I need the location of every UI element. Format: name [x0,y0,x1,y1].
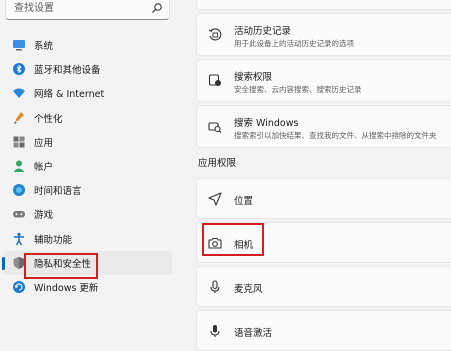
sidebar-item-label: 游戏 [34,210,54,222]
voice-activation-icon [210,325,220,337]
sidebar-item-time-language[interactable]: 时间和语言 [4,178,172,202]
section-header-app-permissions: 应用权限 [198,158,237,169]
sidebar-item-apps[interactable]: 应用 [4,130,172,154]
privacy-settings-pane: 活动历史记录 用于此设备上的活动历史记录的选项 搜索权限 安全搜索、云内容搜索、… [196,0,451,351]
search-icon[interactable] [151,2,163,14]
card-description: 安全搜索、云内容搜索、搜索历史记录 [234,85,362,94]
sidebar-item-account[interactable]: 帐户 [4,154,172,178]
accessibility-icon [14,232,24,245]
settings-card-search-permissions[interactable]: 搜索权限 安全搜索、云内容搜索、搜索历史记录 [196,59,451,102]
sidebar-item-label: 蓝牙和其他设备 [34,65,101,77]
activity-history-icon [208,28,222,41]
sidebar-item-label: 辅助功能 [34,234,73,246]
card-title: 位置 [234,196,254,207]
search-windows-icon [208,122,222,133]
personalization-icon [14,111,24,124]
permission-card-location[interactable]: 位置 [196,178,451,219]
time-language-icon [13,184,25,197]
highlight-annotation [202,223,264,256]
sidebar-item-label: 帐户 [34,162,54,174]
network-icon [13,88,25,99]
search-input[interactable] [14,0,144,16]
sidebar-item-gaming[interactable]: 游戏 [4,202,172,226]
card-title: 麦克风 [234,284,263,295]
sidebar-item-label: 时间和语言 [34,186,82,198]
card-title: 搜索权限 [234,72,273,83]
card-title: 搜索 Windows [234,118,299,129]
search-permissions-icon [208,74,221,86]
sidebar-item-system[interactable]: 系统 [4,33,172,57]
permission-card-microphone[interactable]: 麦克风 [196,266,451,307]
settings-card-activity-history[interactable]: 活动历史记录 用于此设备上的活动历史记录的选项 [196,13,451,56]
highlight-annotation [24,253,98,279]
card-description: 用于此设备上的活动历史记录的选项 [234,39,354,48]
settings-card-search-windows[interactable]: 搜索 Windows 搜索索引以加快结果、查找我的文件、从搜索中排除的文件夹 [196,105,451,148]
windows-update-icon [13,280,25,293]
sidebar-item-personalization[interactable]: 个性化 [4,106,172,130]
system-icon [13,40,25,51]
settings-sidebar: 系统 蓝牙和其他设备 网络 & Internet 个性化 [0,0,184,338]
bluetooth-icon [13,63,25,76]
location-icon [208,192,222,206]
sidebar-item-label: 系统 [34,41,54,53]
card-title: 活动历史记录 [234,26,292,37]
card-description: 搜索索引以加快结果、查找我的文件、从搜索中排除的文件夹 [234,131,437,140]
settings-search-box[interactable] [5,0,170,20]
active-indicator [2,256,5,270]
permission-card-voice-activation[interactable]: 语音激活 [196,310,451,351]
sidebar-item-label: 网络 & Internet [34,89,105,101]
gaming-icon [13,211,25,218]
card-title: 语音激活 [234,328,273,339]
sidebar-item-label: 应用 [34,137,54,149]
account-icon [13,160,25,172]
sidebar-item-bluetooth[interactable]: 蓝牙和其他设备 [4,57,172,81]
apps-icon [13,136,25,148]
settings-card-partial[interactable] [196,0,451,10]
sidebar-item-network[interactable]: 网络 & Internet [4,81,172,105]
sidebar-item-label: 个性化 [34,113,63,125]
sidebar-item-label: Windows 更新 [34,282,99,294]
sidebar-item-accessibility[interactable]: 辅助功能 [4,227,172,251]
microphone-icon [210,280,220,293]
